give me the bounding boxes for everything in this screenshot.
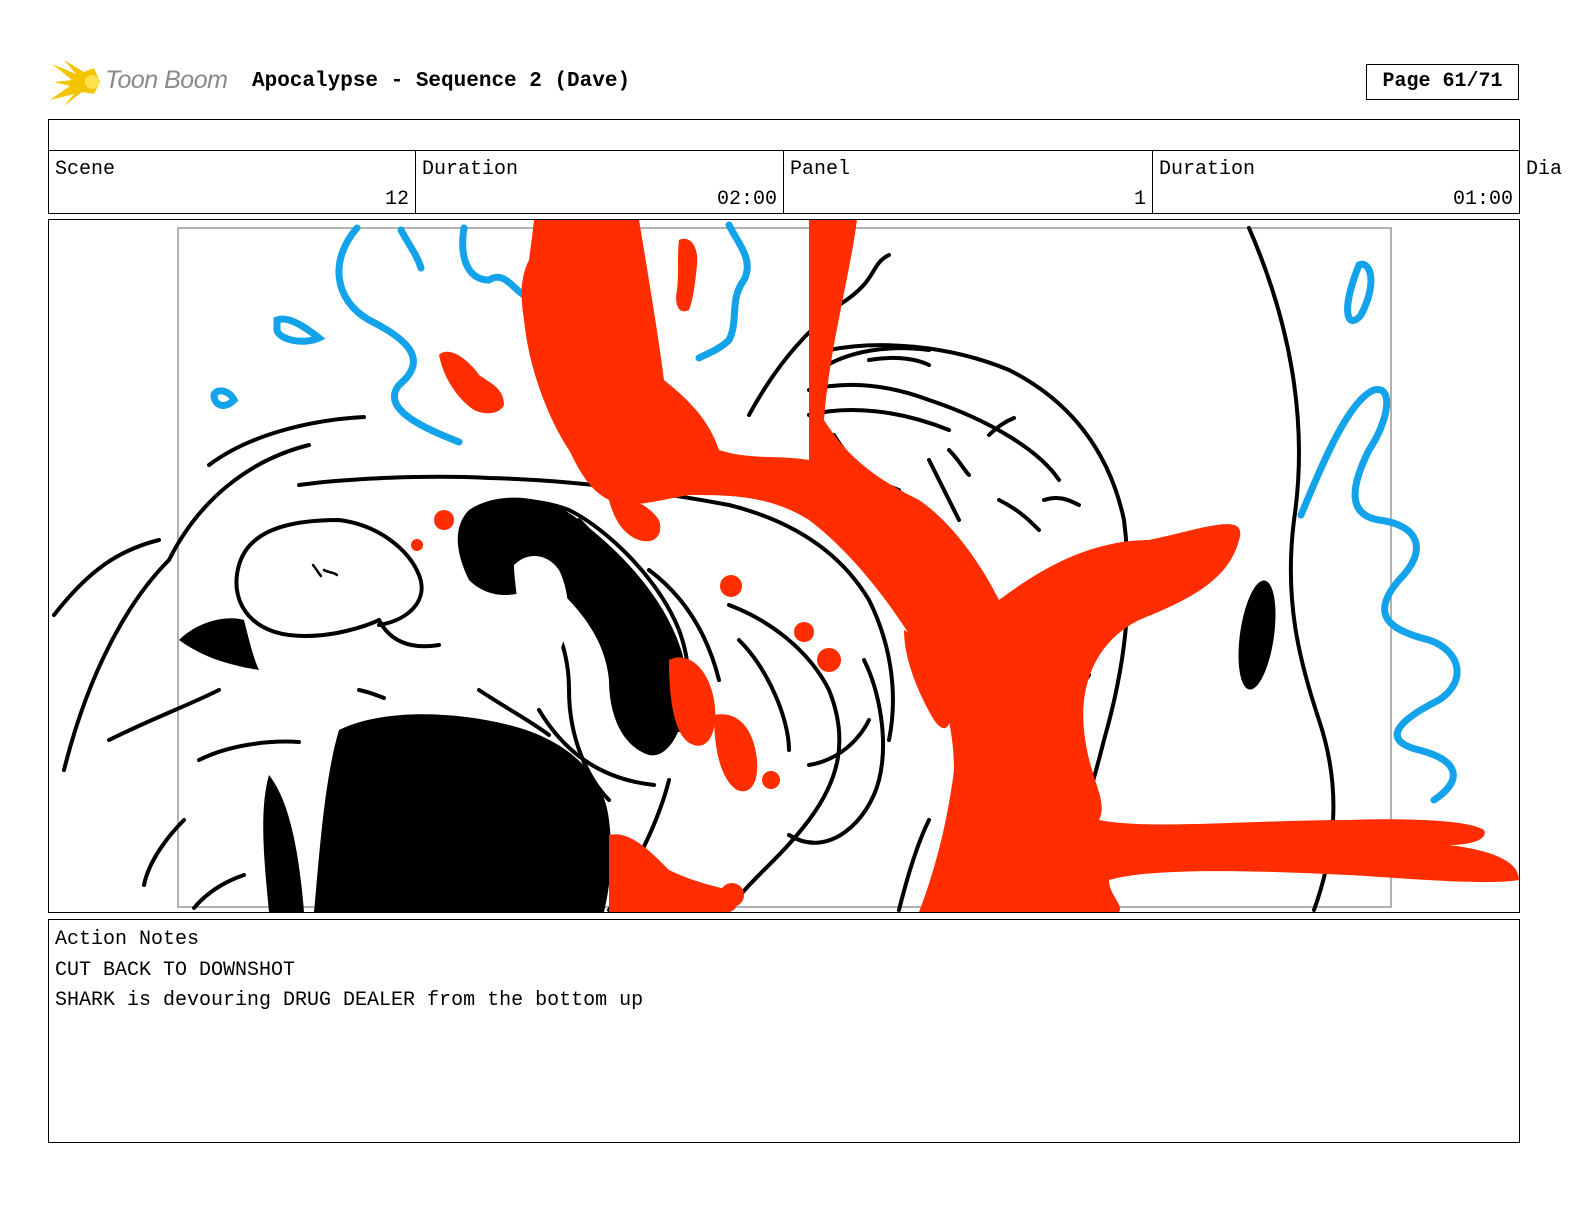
starburst-icon bbox=[50, 60, 100, 106]
eye-pupil bbox=[311, 563, 339, 578]
scene-value: 12 bbox=[384, 188, 409, 211]
action-notes: Action Notes CUT BACK TO DOWNSHOT SHARK … bbox=[48, 919, 1520, 1143]
document-title: Apocalypse - Sequence 2 (Dave) bbox=[252, 70, 631, 93]
blank-header-row bbox=[48, 119, 1520, 151]
action-note-line-1: CUT BACK TO DOWNSHOT bbox=[55, 959, 296, 982]
scene-duration-cell: Duration 02:00 bbox=[416, 151, 784, 213]
storyboard-panel bbox=[48, 219, 1520, 913]
panel-value: 1 bbox=[1133, 188, 1146, 211]
action-note-line-2: SHARK is devouring DRUG DEALER from the … bbox=[55, 989, 644, 1012]
panel-cell: Panel 1 bbox=[784, 151, 1153, 213]
panel-label: Panel bbox=[790, 158, 851, 181]
scene-duration-label: Duration bbox=[422, 158, 519, 181]
action-notes-label: Action Notes bbox=[55, 928, 200, 951]
toon-boom-logo: Toon Boom bbox=[50, 58, 240, 108]
panel-duration-label: Duration bbox=[1159, 158, 1256, 181]
dialog-label-cutoff: Dia bbox=[1526, 158, 1563, 181]
panel-duration-cell: Duration 01:00 bbox=[1153, 151, 1519, 213]
page-indicator: Page 61/71 bbox=[1366, 64, 1519, 100]
panel-duration-value: 01:00 bbox=[1452, 188, 1513, 211]
scene-cell: Scene 12 bbox=[49, 151, 416, 213]
scene-duration-value: 02:00 bbox=[716, 188, 777, 211]
scene-info-row: Scene 12 Duration 02:00 Panel 1 Duration… bbox=[48, 151, 1520, 214]
logo-wordmark: Toon Boom bbox=[105, 66, 228, 94]
scene-label: Scene bbox=[55, 158, 116, 181]
panel-drawing bbox=[52, 220, 1519, 912]
mouth-highlight bbox=[514, 555, 569, 666]
